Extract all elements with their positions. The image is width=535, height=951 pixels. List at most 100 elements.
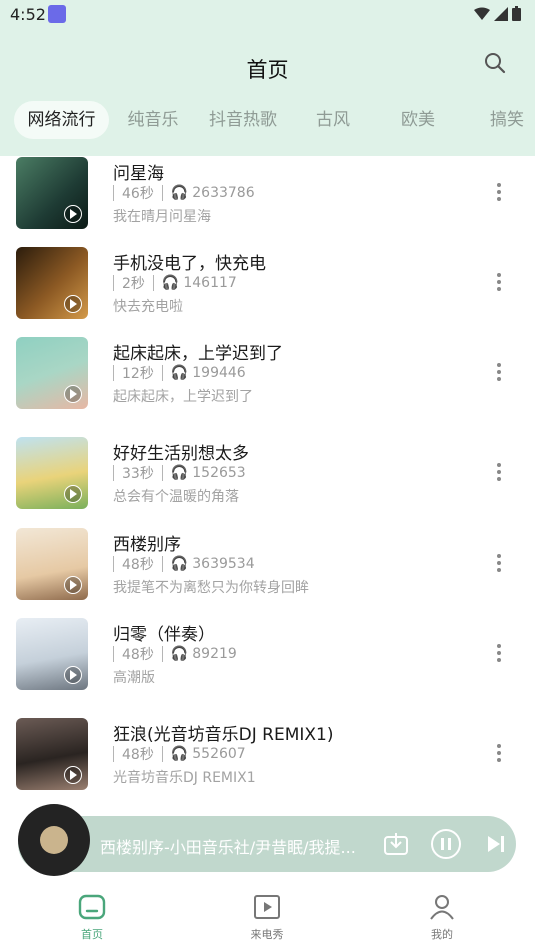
song-cover [16,437,88,509]
category-tabs: 网络流行 纯音乐 抖音热歌 古风 欧美 搞笑 [0,101,535,139]
signal-icon [494,6,508,21]
tab-gaoxiao[interactable]: 搞笑 [482,101,532,139]
song-subtitle: 高潮版 [113,670,155,686]
play-icon[interactable] [64,485,82,503]
video-play-icon [254,895,280,919]
play-count: 2633786 [192,185,255,201]
song-meta: 48秒 🎧 89219 [113,644,237,664]
list-item[interactable]: 起床起床，上学迟到了 12秒 🎧 199446 起床起床，上学迟到了 [0,336,535,426]
play-icon[interactable] [64,576,82,594]
headphones-icon: 🎧 [170,465,189,481]
song-subtitle: 我在晴月问星海 [113,209,211,225]
headphones-icon: 🎧 [161,275,180,291]
song-subtitle: 起床起床，上学迟到了 [113,389,253,405]
search-icon[interactable] [484,52,506,74]
nav-home[interactable]: 首页 [52,894,132,942]
song-meta: 48秒 🎧 3639534 [113,554,255,574]
song-title: 归零（伴奏） [113,625,215,645]
headphones-icon: 🎧 [170,365,189,381]
play-icon[interactable] [64,666,82,684]
user-icon [430,895,454,920]
nav-show[interactable]: 来电秀 [227,894,307,942]
list-item[interactable]: 西楼别序 48秒 🎧 3639534 我提笔不为离愁只为你转身回眸 [0,527,535,617]
song-meta: 2秒 🎧 146117 [113,273,237,293]
nav-home-label: 首页 [81,928,103,941]
list-item[interactable]: 狂浪(光音坊音乐DJ REMIX1) 48秒 🎧 552607 光音坊音乐DJ R… [0,717,535,807]
headphones-icon: 🎧 [170,185,189,201]
tab-wangluoliuxing[interactable]: 网络流行 [14,101,109,139]
play-count: 89219 [192,646,237,662]
more-options-icon[interactable] [496,744,502,764]
song-title: 西楼别序 [113,535,181,555]
list-item[interactable]: 手机没电了，快充电 2秒 🎧 146117 快去充电啦 [0,246,535,336]
tab-douyinrege[interactable]: 抖音热歌 [205,101,281,139]
pause-icon[interactable] [430,828,462,860]
headphones-icon: 🎧 [170,746,189,762]
mini-player[interactable]: 西楼别序-小田音乐社/尹昔眠/我提... [18,804,516,876]
more-options-icon[interactable] [496,463,502,483]
page-title: 首页 [246,58,289,82]
bottom-nav: 首页 来电秀 我的 [0,880,535,951]
list-item[interactable]: 归零（伴奏） 48秒 🎧 89219 高潮版 [0,617,535,707]
tab-oumei[interactable]: 欧美 [393,101,443,139]
song-title: 手机没电了，快充电 [113,254,266,274]
play-icon[interactable] [64,385,82,403]
song-meta: 33秒 🎧 152653 [113,463,246,483]
song-title: 起床起床，上学迟到了 [113,344,283,364]
next-icon[interactable] [480,828,512,860]
nav-mine[interactable]: 我的 [402,894,482,942]
tab-gufeng[interactable]: 古风 [308,101,358,139]
headphones-icon: 🎧 [170,646,189,662]
more-options-icon[interactable] [496,554,502,574]
song-cover [16,618,88,690]
headphones-icon: 🎧 [170,556,189,572]
song-duration: 33秒 [122,466,154,482]
nav-show-label: 来电秀 [250,928,284,941]
status-time: 4:52 [10,5,46,24]
song-subtitle: 我提笔不为离愁只为你转身回眸 [113,580,309,596]
download-icon[interactable] [380,828,412,860]
more-options-icon[interactable] [496,183,502,203]
song-title: 狂浪(光音坊音乐DJ REMIX1) [113,725,334,745]
song-cover [16,528,88,600]
song-subtitle: 光音坊音乐DJ REMIX1 [113,770,256,786]
list-item[interactable]: 好好生活别想太多 33秒 🎧 152653 总会有个温暖的角落 [0,436,535,526]
song-duration: 48秒 [122,557,154,573]
home-icon [78,894,106,920]
play-icon[interactable] [64,295,82,313]
song-duration: 12秒 [122,366,154,382]
header: 4:52 首页 网络流行 纯音乐 抖音热歌 古风 欧美 搞笑 [0,0,535,156]
tab-chunyinyue[interactable]: 纯音乐 [118,101,188,139]
play-count: 146117 [183,275,237,291]
wifi-icon [474,7,490,20]
song-subtitle: 总会有个温暖的角落 [113,489,239,505]
song-cover [16,247,88,319]
now-playing-text: 西楼别序-小田音乐社/尹昔眠/我提... [100,838,356,857]
music-app-icon [48,5,66,23]
song-duration: 48秒 [122,747,154,763]
more-options-icon[interactable] [496,363,502,383]
song-title: 好好生活别想太多 [113,444,249,464]
play-count: 552607 [192,746,246,762]
more-options-icon[interactable] [496,273,502,293]
album-disc [18,804,90,876]
play-count: 3639534 [192,556,255,572]
song-cover [16,337,88,409]
song-duration: 48秒 [122,647,154,663]
song-cover [16,718,88,790]
play-icon[interactable] [64,766,82,784]
status-icons [474,6,521,21]
battery-icon [512,6,521,21]
song-meta: 48秒 🎧 552607 [113,744,246,764]
play-count: 199446 [192,365,246,381]
song-title: 问星海 [113,164,164,184]
more-options-icon[interactable] [496,644,502,664]
list-item[interactable]: 问星海 46秒 🎧 2633786 我在晴月问星海 [0,156,535,246]
song-meta: 12秒 🎧 199446 [113,363,246,383]
play-icon[interactable] [64,205,82,223]
play-count: 152653 [192,465,246,481]
nav-mine-label: 我的 [431,928,453,941]
song-cover [16,157,88,229]
song-subtitle: 快去充电啦 [113,299,183,315]
song-meta: 46秒 🎧 2633786 [113,183,255,203]
